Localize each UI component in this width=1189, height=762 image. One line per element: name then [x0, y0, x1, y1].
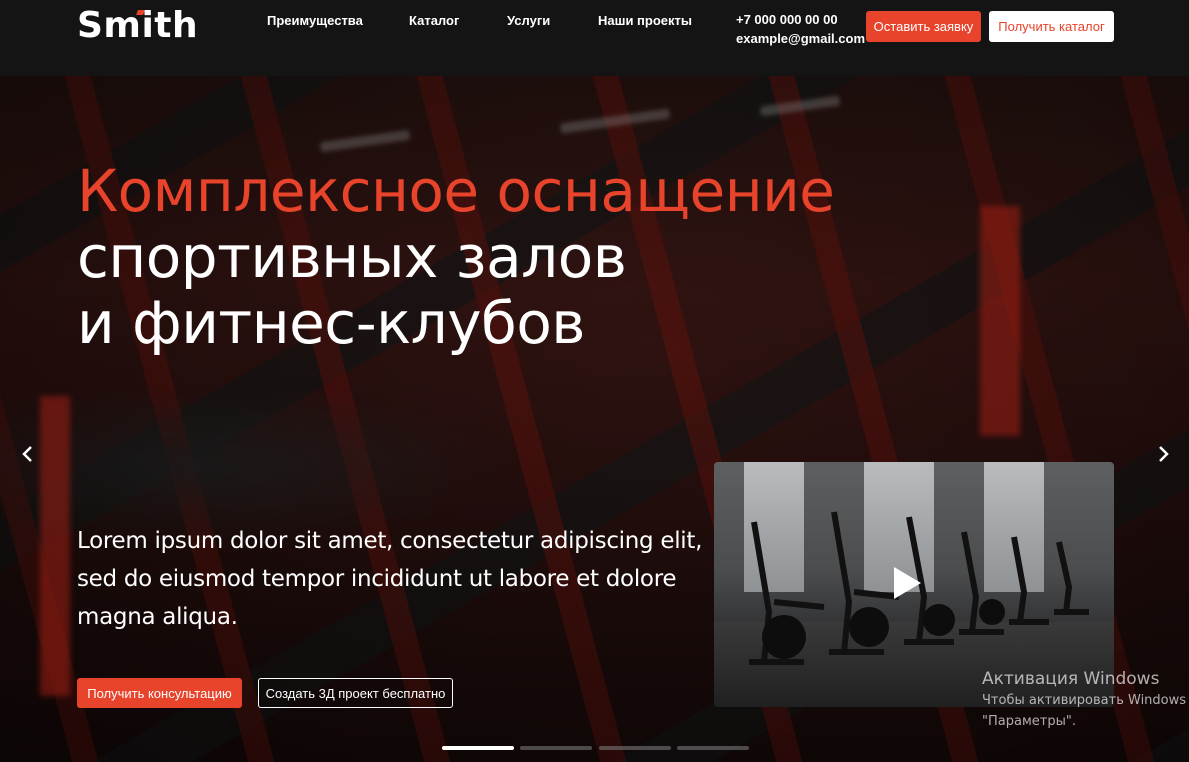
email-link[interactable]: example@gmail.com	[736, 29, 865, 48]
bg-light	[759, 95, 841, 117]
site-header: Smith Преимущества Каталог Услуги Наши п…	[0, 0, 1189, 76]
hero-title-line-2: спортивных залов	[77, 223, 627, 291]
request-button[interactable]: Оставить заявку	[866, 11, 981, 42]
nav-item-catalog[interactable]: Каталог	[409, 13, 459, 28]
arrow-right-icon[interactable]	[1149, 440, 1177, 468]
hero-description: Lorem ipsum dolor sit amet, consectetur …	[77, 528, 703, 630]
watermark-line-2: "Параметры".	[982, 714, 1076, 729]
watermark-title: Активация Windows	[982, 669, 1160, 689]
bg-light	[319, 129, 411, 153]
slider-dot-2[interactable]	[520, 746, 592, 750]
nav-item-projects[interactable]: Наши проекты	[598, 13, 692, 28]
contacts: +7 000 000 00 00 example@gmail.com	[736, 10, 865, 48]
play-icon[interactable]	[894, 567, 921, 599]
bg-shape	[40, 396, 70, 696]
nav-item-services[interactable]: Услуги	[507, 13, 550, 28]
hero-title-line-3: и фитнес-клубов	[77, 289, 585, 357]
slider-dot-3[interactable]	[599, 746, 671, 750]
arrow-left-icon[interactable]	[14, 440, 42, 468]
bg-shape	[980, 206, 1020, 436]
get-catalog-button[interactable]: Получить каталог	[989, 11, 1114, 42]
create-3d-project-button[interactable]: Создать 3Д проект бесплатно	[258, 678, 453, 708]
nav-item-advantages[interactable]: Преимущества	[267, 13, 363, 28]
consultation-button[interactable]: Получить консультацию	[77, 678, 242, 708]
logo[interactable]: Smith	[77, 6, 198, 46]
slider-dot-1[interactable]	[442, 746, 514, 750]
slider-dot-4[interactable]	[677, 746, 749, 750]
bg-light	[559, 108, 671, 134]
windows-activation-watermark: Активация Windows Чтобы активировать Win…	[982, 668, 1186, 732]
phone-link[interactable]: +7 000 000 00 00	[736, 10, 865, 29]
hero-title: Комплексное оснащение спортивных залов и…	[77, 158, 835, 356]
hero-title-line-1: Комплексное оснащение	[77, 157, 835, 225]
watermark-line-1: Чтобы активировать Windows	[982, 693, 1187, 708]
